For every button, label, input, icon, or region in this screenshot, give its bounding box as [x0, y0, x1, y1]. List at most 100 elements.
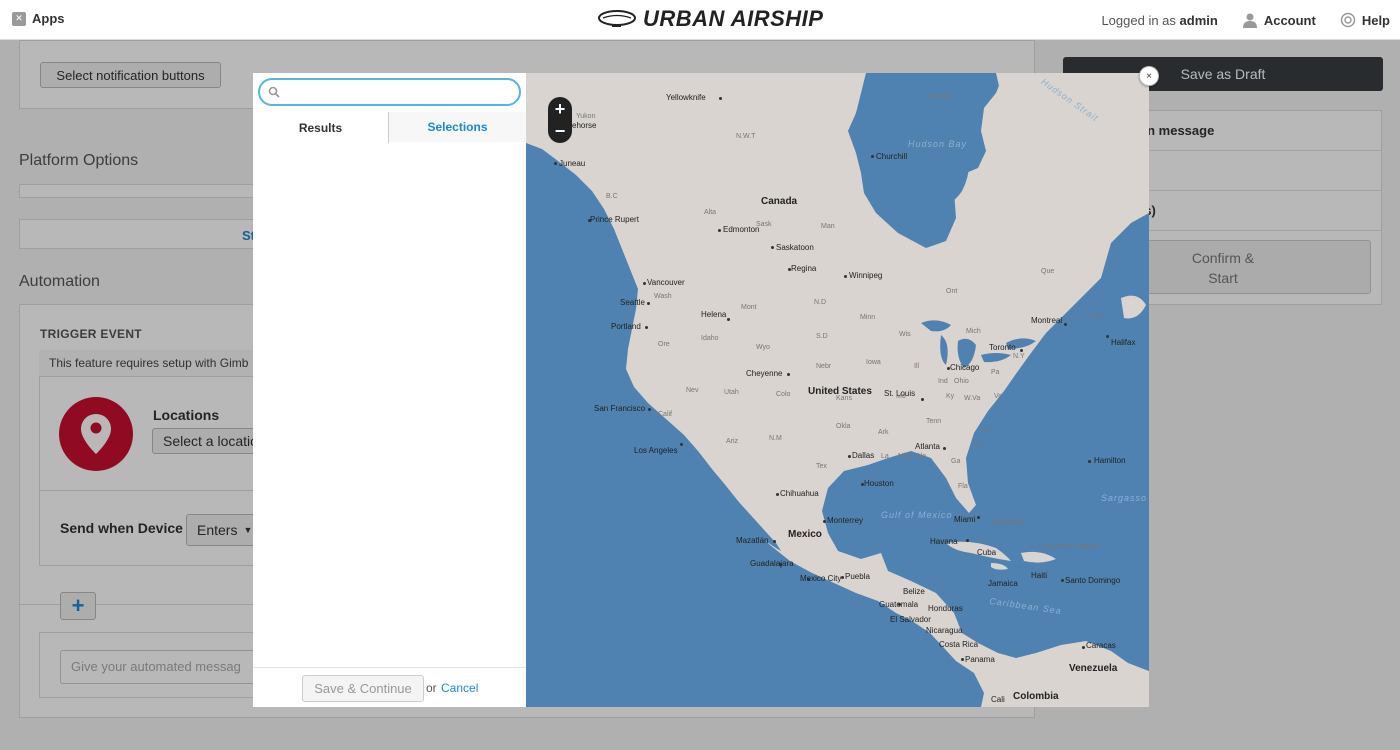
close-icon: × — [1146, 70, 1152, 82]
results-tabs: Results Selections — [253, 112, 526, 143]
map-label-city: Vancouver — [647, 278, 685, 287]
map-label-city: Churchill — [876, 152, 908, 161]
map-label-region: Wis — [899, 331, 911, 338]
top-bar: ✕ Apps URBAN AIRSHIP Logged in as admin … — [0, 0, 1400, 40]
map-label-city: Toronto — [989, 343, 1016, 352]
map-label-city: Panama — [965, 655, 995, 664]
map-label-city: Monterrey — [827, 516, 864, 525]
map-label-region: Ont — [946, 288, 958, 295]
map-label-region: La — [881, 453, 889, 460]
map-label-city: Guadalajara — [750, 559, 794, 568]
map-label-city: Chicago — [950, 363, 980, 372]
modal-close-button[interactable]: × — [1139, 66, 1159, 86]
map-label-region: Utah — [724, 389, 739, 396]
map-label-country: Mexico — [788, 529, 822, 540]
map-label-city: Dominican Republic — [1039, 543, 1102, 550]
map-label-region: Mont — [741, 304, 757, 311]
map-label-city: Los Angeles — [634, 446, 678, 455]
map-label-city: Havana — [930, 537, 958, 546]
map-label-water: Sargasso — [1101, 493, 1148, 503]
map-label-region: Ore — [658, 341, 670, 348]
map-label-region: Nev — [686, 387, 699, 394]
apps-menu[interactable]: ✕ Apps — [12, 11, 65, 26]
map-label-region: Calif — [658, 411, 673, 418]
user-icon — [1242, 13, 1257, 28]
tab-selections[interactable]: Selections — [389, 112, 526, 142]
map-label-region: Minn — [860, 314, 876, 321]
location-map[interactable]: Canada United States Mexico Colombia Ven… — [526, 73, 1149, 707]
map-label-city: Jamaica — [988, 579, 1018, 588]
map-label-city: Atlanta — [915, 442, 940, 451]
map-label-city: Halifax — [1111, 338, 1136, 347]
urban-airship-logo[interactable]: URBAN AIRSHIP — [597, 6, 823, 32]
save-and-continue-button[interactable]: Save & Continue — [302, 675, 424, 702]
map-label-city: Cuba — [977, 548, 997, 557]
map-label-region: Ky — [946, 393, 955, 400]
map-label-region: S.C — [973, 441, 985, 448]
map-label-city: Nicaragua — [926, 626, 963, 635]
map-label-region: Sask — [756, 221, 772, 228]
map-label-region: Pa — [991, 369, 1000, 376]
map-label-region: Ohio — [954, 378, 969, 385]
cancel-link[interactable]: Cancel — [441, 681, 478, 695]
map-label-region: W.Va — [964, 395, 981, 402]
username: admin — [1179, 12, 1218, 28]
map-label-city: Helena — [701, 310, 727, 319]
map-label-region: N.D — [814, 299, 827, 306]
map-label-country: Canada — [761, 196, 798, 207]
map-label-city: Miami — [954, 515, 976, 524]
map-label-region: Kans — [836, 395, 852, 402]
map-label-city: Belize — [903, 587, 925, 596]
map-label-region: Fla — [958, 483, 968, 490]
map-label-city: Mexico City — [800, 574, 842, 583]
map-label-city: Cali — [991, 695, 1005, 704]
zoom-out-button[interactable]: − — [548, 120, 572, 142]
map-label-region: N.W.T — [736, 133, 756, 140]
map-label-city: Dallas — [852, 451, 875, 460]
map-label-region: Colo — [776, 391, 791, 398]
map-label-region: Ill — [914, 363, 920, 370]
or-text: or — [426, 681, 437, 695]
tab-results[interactable]: Results — [253, 112, 389, 143]
map-label-region: Ark — [878, 429, 889, 436]
help-link[interactable]: Help — [1340, 12, 1390, 28]
map-label-region: Miss — [898, 453, 913, 460]
map-label-region: Va — [994, 393, 1003, 400]
map-label-region: Iowa — [866, 359, 881, 366]
map-label-city: Costa Rica — [939, 640, 979, 649]
apps-icon: ✕ — [12, 11, 26, 26]
map-label-city: Bahamas — [993, 519, 1023, 526]
map-label-region: Mo — [896, 393, 906, 400]
map-label-region: Idaho — [701, 335, 719, 342]
location-picker-modal: Results Selections Save & Continue or Ca… — [253, 73, 1149, 707]
map-label-region: Okla — [836, 423, 851, 430]
map-label-city: Juneau — [559, 159, 586, 168]
map-label-region: Wash — [654, 293, 672, 300]
map-label-water: Gulf of Mexico — [881, 510, 953, 520]
map-label-city: Montreal — [1031, 316, 1063, 325]
map-label-region: Ala — [916, 453, 927, 460]
logo-text: URBAN AIRSHIP — [643, 6, 824, 31]
map-label-city: Saskatoon — [776, 243, 814, 252]
map-label-city: Portland — [611, 322, 641, 331]
map-label-city: Mazatlán — [736, 536, 769, 545]
apps-label: Apps — [32, 11, 65, 26]
map-label-city: San Francisco — [594, 404, 646, 413]
map-label-region: N.M — [769, 435, 782, 442]
map-label-region: B.C — [606, 193, 618, 200]
account-link[interactable]: Account — [1242, 12, 1316, 28]
map-label-region: Mich — [966, 328, 981, 335]
map-label-region: S.D — [816, 333, 828, 340]
map-label-city: Regina — [791, 264, 817, 273]
map-label-city: Guatemala — [879, 600, 919, 609]
map-label-region: Yukon — [576, 113, 596, 120]
search-box[interactable] — [258, 78, 521, 106]
logged-in-text: Logged in as admin — [1101, 12, 1218, 28]
location-search-input[interactable] — [284, 83, 514, 101]
map-label-region: Alta — [704, 209, 717, 216]
map-label-water: Hudson Bay — [908, 139, 968, 149]
map-label-country: Colombia — [1013, 691, 1059, 702]
zoom-in-button[interactable]: + — [548, 98, 572, 120]
map-label-region: Ariz — [726, 438, 739, 445]
map-zoom-control: + − — [548, 97, 572, 143]
